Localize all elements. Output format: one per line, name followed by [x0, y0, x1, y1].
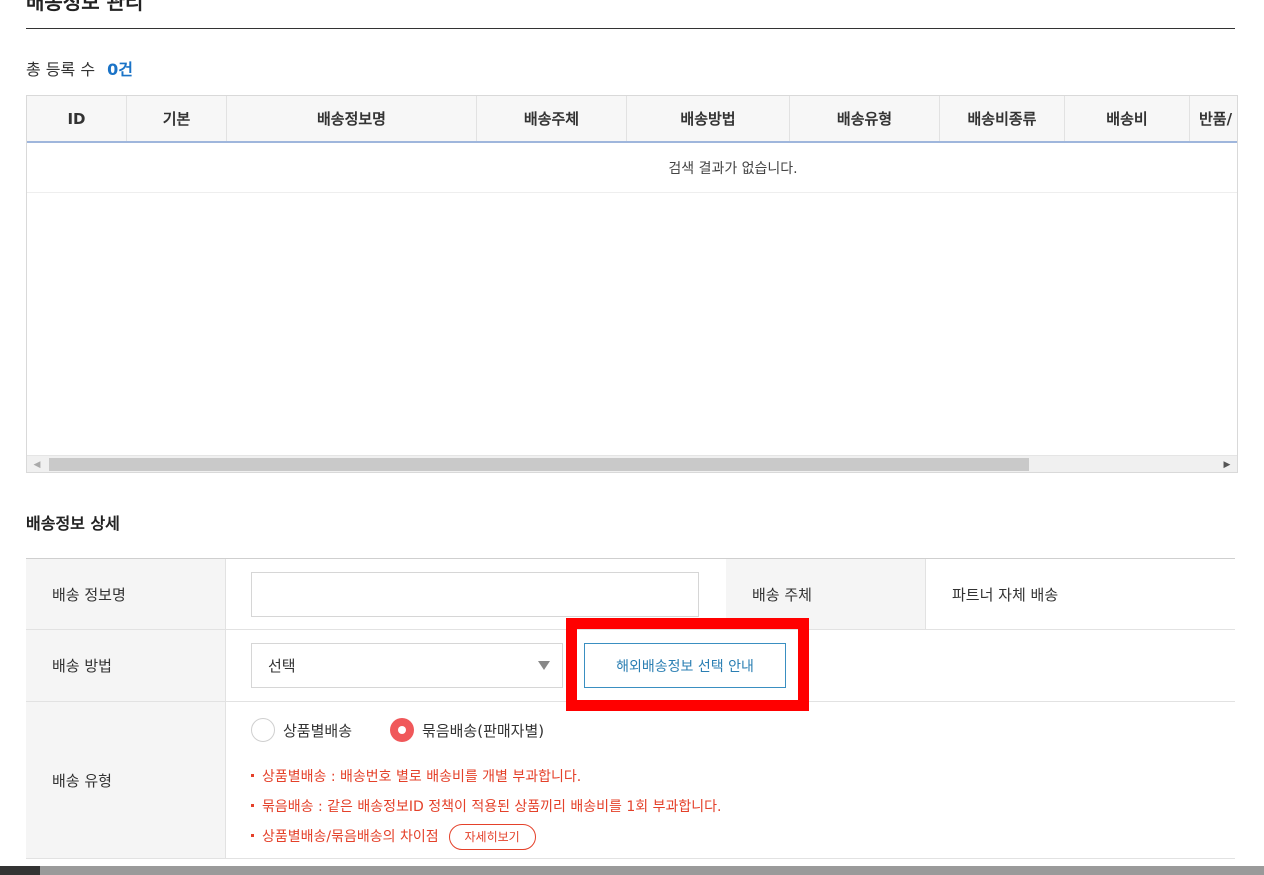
shipping-type-radio-group: 상품별배송 묶음배송(판매자별): [251, 718, 582, 742]
note-text: 상품별배송/묶음배송의 차이점: [262, 829, 439, 845]
bullet-icon: [251, 803, 254, 807]
shipping-type-notes: 상품별배송 : 배송번호 별로 배송비를 개별 부과합니다. 묶음배송 : 같은…: [251, 762, 721, 852]
note-item: 상품별배송/묶음배송의 차이점 자세히보기: [251, 822, 721, 852]
detail-view-button[interactable]: 자세히보기: [448, 824, 536, 850]
note-text: 묶음배송 : 같은 배송정보ID 정책이 적용된 상품끼리 배송비를 1회 부과…: [262, 799, 722, 815]
radio-bundle-label[interactable]: 묶음배송(판매자별): [422, 720, 544, 741]
column-header-fee-kind[interactable]: 배송비종류: [940, 96, 1065, 141]
count-value: 0건: [107, 60, 133, 79]
column-header-fee[interactable]: 배송비: [1065, 96, 1190, 141]
shipping-info-grid: ID 기본 배송정보명 배송주체 배송방법 배송유형 배송비종류 배송비 반품/…: [26, 95, 1238, 473]
title-divider: [26, 28, 1235, 29]
scrollbar-handle[interactable]: [0, 866, 40, 875]
arrow-left-icon[interactable]: ◀: [29, 457, 45, 472]
horizontal-scrollbar[interactable]: ◀ ▶: [27, 455, 1237, 472]
provider-label: 배송 주체: [726, 559, 926, 629]
radio-per-product-label[interactable]: 상품별배송: [283, 720, 352, 741]
grid-header: ID 기본 배송정보명 배송주체 배송방법 배송유형 배송비종류 배송비 반품/: [27, 96, 1237, 143]
column-header-method[interactable]: 배송방법: [627, 96, 790, 141]
bullet-icon: [251, 773, 254, 777]
shipping-method-select[interactable]: 선택: [251, 643, 563, 688]
type-label: 배송 유형: [26, 702, 226, 858]
radio-per-product[interactable]: [251, 718, 275, 742]
form-row-type: 배송 유형 상품별배송 묶음배송(판매자별) 상품별배송 : 배송번호 별로 배…: [26, 702, 1235, 859]
page-title: 배송정보 관리: [26, 0, 144, 14]
count-label: 총 등록 수: [26, 60, 96, 79]
column-header-type[interactable]: 배송유형: [790, 96, 940, 141]
note-item: 상품별배송 : 배송번호 별로 배송비를 개별 부과합니다.: [251, 762, 721, 792]
scrollbar-thumb[interactable]: [49, 458, 1029, 471]
column-header-default[interactable]: 기본: [127, 96, 227, 141]
select-value: 선택: [268, 657, 296, 675]
shipping-name-input[interactable]: [251, 571, 699, 617]
bullet-icon: [251, 833, 254, 837]
total-count: 총 등록 수 0건: [26, 56, 133, 80]
form-row-method: 배송 방법 선택 해외배송정보 선택 안내: [26, 630, 1235, 702]
column-header-return[interactable]: 반품/: [1190, 96, 1237, 141]
column-header-provider[interactable]: 배송주체: [477, 96, 627, 141]
empty-message: 검색 결과가 없습니다.: [27, 143, 1237, 193]
shipping-detail-form: 배송 정보명 배송 주체 파트너 자체 배송 배송 방법 선택 해외배송정보 선…: [26, 558, 1235, 859]
column-header-id[interactable]: ID: [27, 96, 127, 141]
provider-value: 파트너 자체 배송: [952, 585, 1059, 604]
note-item: 묶음배송 : 같은 배송정보ID 정책이 적용된 상품끼리 배송비를 1회 부과…: [251, 792, 721, 822]
method-label: 배송 방법: [26, 630, 226, 701]
arrow-right-icon[interactable]: ▶: [1219, 457, 1235, 472]
name-label: 배송 정보명: [26, 559, 226, 629]
bottom-scrollbar[interactable]: [0, 866, 1264, 875]
note-text: 상품별배송 : 배송번호 별로 배송비를 개별 부과합니다.: [262, 769, 582, 785]
form-row-name: 배송 정보명 배송 주체 파트너 자체 배송: [26, 559, 1235, 630]
section-title: 배송정보 상세: [26, 514, 120, 533]
overseas-guide-button[interactable]: 해외배송정보 선택 안내: [584, 643, 786, 688]
column-header-name[interactable]: 배송정보명: [227, 96, 477, 141]
radio-bundle[interactable]: [390, 718, 415, 742]
triangle-down-icon: [538, 661, 550, 670]
